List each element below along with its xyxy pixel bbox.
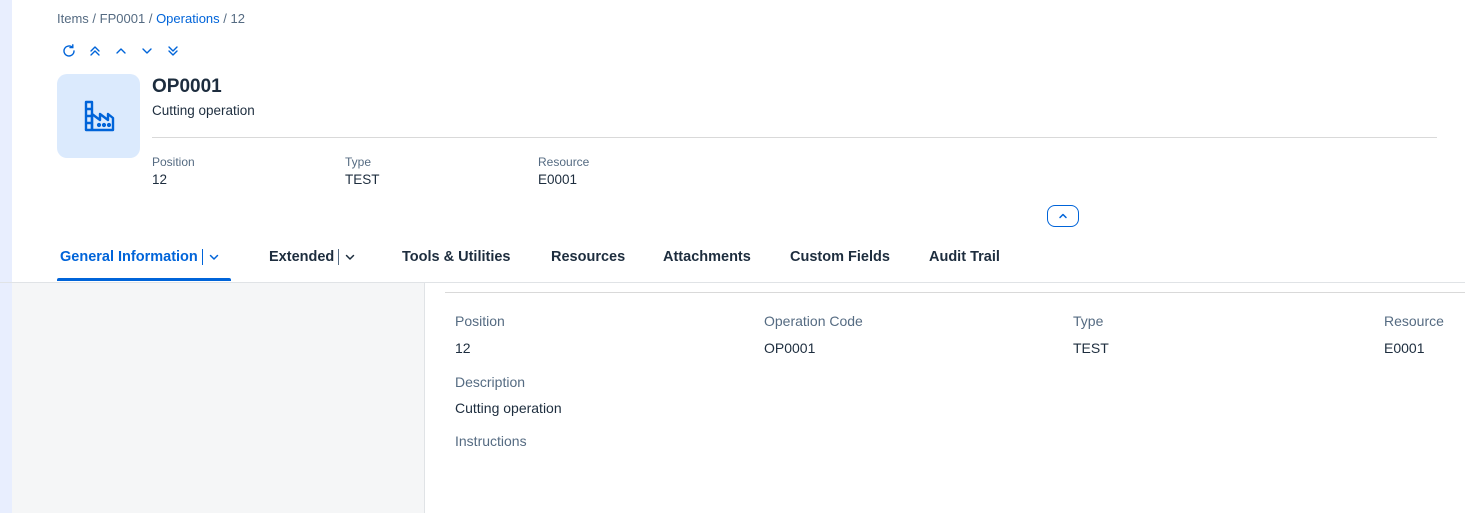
page-subtitle: Cutting operation [152, 103, 255, 118]
object-avatar [57, 74, 140, 158]
last-item-button[interactable] [164, 42, 182, 60]
factory-icon [84, 100, 114, 132]
header-divider [152, 137, 1437, 138]
first-item-button[interactable] [86, 42, 104, 60]
tab-custom-fields[interactable]: Custom Fields [790, 249, 890, 265]
position-label: Position [455, 313, 505, 329]
previous-item-button[interactable] [112, 42, 130, 60]
breadcrumb-item[interactable]: FP0001 [100, 11, 146, 26]
breadcrumb-separator: / [92, 11, 100, 26]
description-label: Description [455, 374, 526, 390]
chevron-down-icon [142, 48, 152, 54]
header-attribute-type: Type TEST [345, 155, 380, 187]
chevron-down-icon [346, 254, 355, 260]
section-divider [445, 292, 1465, 293]
refresh-button[interactable] [60, 42, 78, 60]
header-attribute-position: Position 12 [152, 155, 195, 187]
tab-attachments[interactable]: Attachments [663, 249, 751, 265]
chevron-down-icon [209, 254, 219, 260]
operation-code-value: OP0001 [764, 340, 816, 356]
description-value: Cutting operation [455, 400, 562, 416]
tab-label: Custom Fields [790, 249, 890, 265]
position-value: 12 [455, 340, 471, 356]
attribute-value: TEST [345, 172, 380, 187]
refresh-icon [63, 44, 75, 57]
type-label: Type [1073, 313, 1104, 329]
attribute-label: Position [152, 155, 195, 169]
header-attribute-resource: Resource E0001 [538, 155, 589, 187]
instructions-label: Instructions [455, 433, 527, 449]
tab-label: Attachments [663, 249, 751, 265]
tab-menu-button[interactable] [208, 251, 220, 263]
chevron-up-icon [116, 48, 126, 54]
collapse-header-button[interactable] [1047, 205, 1079, 227]
side-panel [12, 283, 425, 513]
attribute-label: Resource [538, 155, 590, 169]
tab-bar: General Information Extended Tools & Uti… [0, 236, 1465, 283]
breadcrumb-separator: / [148, 11, 157, 26]
resource-label: Resource [1384, 313, 1444, 329]
navigation-toolbar [60, 42, 190, 60]
tab-label: Tools & Utilities [402, 249, 511, 265]
breadcrumb-operations-link[interactable]: Operations [156, 11, 220, 26]
breadcrumb-items[interactable]: Items [57, 11, 89, 26]
breadcrumb-current: 12 [230, 11, 245, 26]
tab-general-information[interactable]: General Information [60, 249, 220, 265]
operation-code-label: Operation Code [764, 313, 863, 329]
tab-tools-utilities[interactable]: Tools & Utilities [402, 249, 511, 265]
tab-separator [338, 249, 340, 265]
tab-label: Extended [269, 249, 335, 265]
tab-extended[interactable]: Extended [269, 249, 356, 265]
resource-value: E0001 [1384, 340, 1425, 356]
tab-separator [201, 249, 203, 265]
double-chevron-down-icon [168, 46, 178, 56]
page-title: OP0001 [152, 76, 222, 97]
tab-audit-trail[interactable]: Audit Trail [929, 249, 1000, 265]
chevron-up-icon [1059, 213, 1067, 219]
tab-resources[interactable]: Resources [551, 249, 625, 265]
type-value: TEST [1073, 340, 1109, 356]
attribute-value: E0001 [538, 172, 578, 187]
attribute-value: 12 [152, 172, 168, 187]
tab-menu-button[interactable] [344, 251, 356, 263]
tab-label: Resources [551, 249, 626, 265]
next-item-button[interactable] [138, 42, 156, 60]
tab-label: General Information [60, 249, 198, 265]
tab-label: Audit Trail [929, 249, 1000, 265]
attribute-label: Type [345, 155, 372, 169]
breadcrumb: Items / FP0001 / Operations / 12 [57, 11, 245, 26]
breadcrumb-separator: / [223, 11, 231, 26]
active-tab-indicator [57, 278, 231, 281]
double-chevron-up-icon [90, 46, 100, 56]
